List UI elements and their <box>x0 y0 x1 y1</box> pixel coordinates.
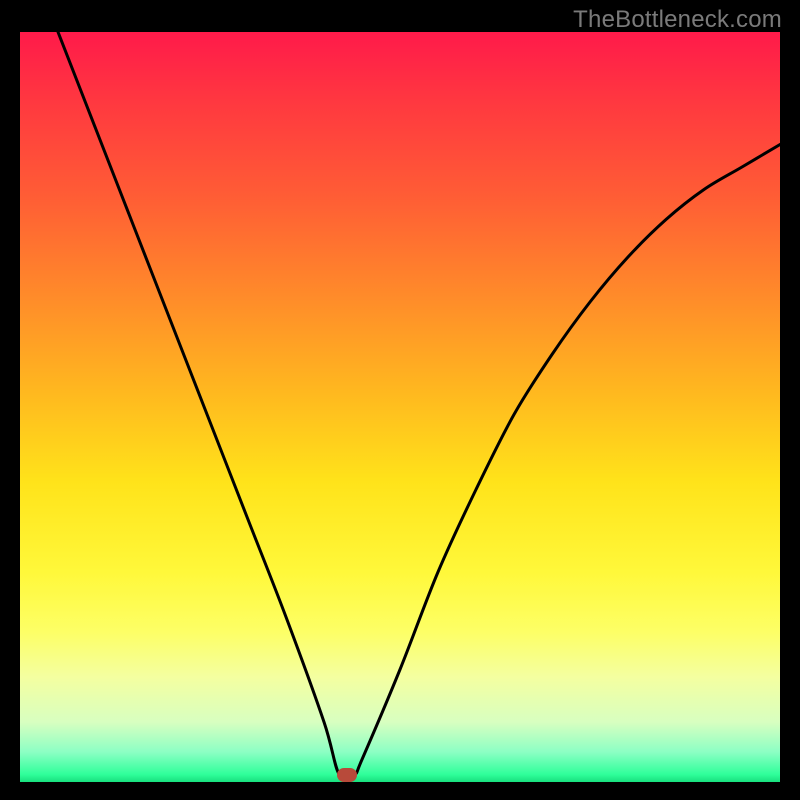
watermark-text: TheBottleneck.com <box>573 6 782 34</box>
bottleneck-curve <box>58 32 780 779</box>
plot-area <box>20 32 780 782</box>
chart-container: TheBottleneck.com <box>0 0 800 800</box>
optimal-point-marker <box>337 768 357 782</box>
curve-svg <box>20 32 780 782</box>
